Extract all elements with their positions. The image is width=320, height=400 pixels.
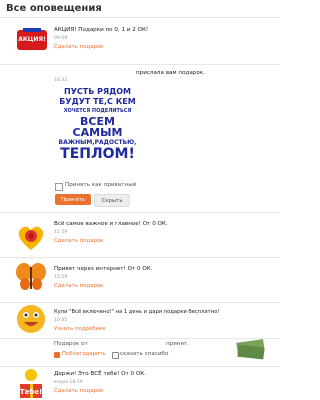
reward-link[interactable]: Поблагодарить (62, 351, 106, 357)
learn-more-link[interactable]: Узнать подробнее (54, 326, 106, 332)
page-title: Все оповещения (6, 3, 102, 14)
gift-postcard[interactable]: ПУСТЬ РЯДОМ БУДУТ ТЕ,С КЕМ ХОЧЕТСЯ ПОДЕЛ… (55, 86, 140, 171)
make-gift-link[interactable]: Сделать подарок (54, 283, 103, 289)
card-line: ХОЧЕТСЯ ПОДЕЛИТЬСЯ (63, 108, 132, 114)
card-line: БУДУТ ТЕ,С КЕМ (59, 97, 136, 106)
notification-text: Всё самое важное и главное! От 0 ОК. (54, 221, 168, 227)
gift-avatar[interactable] (14, 302, 48, 336)
notification-text: Привет через интернет! От 0 ОК. (54, 266, 153, 272)
notification-text: АКЦИЯ! Подарки по 0, 1 и 2 ОК! (54, 27, 149, 33)
gift-from-label: Подарок от (54, 341, 88, 347)
gift-accepted-label: принят. (166, 341, 189, 347)
timestamp: вчера 18:59 (54, 380, 83, 385)
smiley-icon (17, 305, 45, 333)
money-gift-image[interactable] (236, 338, 266, 362)
gift-avatar[interactable] (14, 220, 48, 254)
notification-text: Держи! Это ВСЁ тебе! От 0 ОК. (54, 371, 147, 377)
notification-text: Купи "Всё включено!" на 1 день и дари по… (54, 309, 220, 315)
rose-heart-icon (18, 226, 44, 250)
card-line: ВСЕМ САМЫМ (72, 115, 123, 139)
tebe-text: Тебе! (19, 388, 43, 396)
divider (0, 17, 280, 18)
make-gift-link[interactable]: Сделать подарок (54, 238, 103, 244)
butterfly-icon (16, 263, 46, 290)
timestamp: 15:59 (54, 230, 68, 235)
promo-avatar[interactable]: АКЦИЯ! (17, 28, 47, 54)
divider (0, 257, 280, 258)
timestamp: 09:59 (54, 36, 68, 41)
card-line: ПУСТЬ РЯДОМ (64, 87, 131, 96)
timestamp: 15:59 (54, 275, 68, 280)
gift-message: прислала вам подарок. (136, 70, 205, 76)
divider (0, 212, 280, 213)
promo-avatar-text: АКЦИЯ! (18, 36, 46, 43)
timestamp: 16:32 (54, 78, 68, 83)
card-line: ТЕПЛОМ! (60, 146, 135, 162)
thanks-text: сказать спасибо (120, 351, 169, 357)
money-icon (236, 339, 265, 360)
private-checkbox[interactable] (55, 183, 63, 191)
accept-button[interactable]: Принять (55, 194, 91, 205)
hide-button[interactable]: Скрыть (94, 194, 130, 207)
divider (0, 64, 280, 65)
gift-avatar[interactable] (14, 259, 48, 293)
gift-icon (54, 352, 60, 358)
lock-icon (112, 352, 119, 359)
make-gift-link[interactable]: Сделать подарок (54, 388, 103, 394)
make-gift-link[interactable]: Сделать подарок (54, 44, 103, 50)
gift-avatar[interactable]: Тебе! (14, 366, 48, 400)
private-label: Принять как приватный (65, 182, 137, 188)
timestamp: 10:45 (54, 318, 68, 323)
